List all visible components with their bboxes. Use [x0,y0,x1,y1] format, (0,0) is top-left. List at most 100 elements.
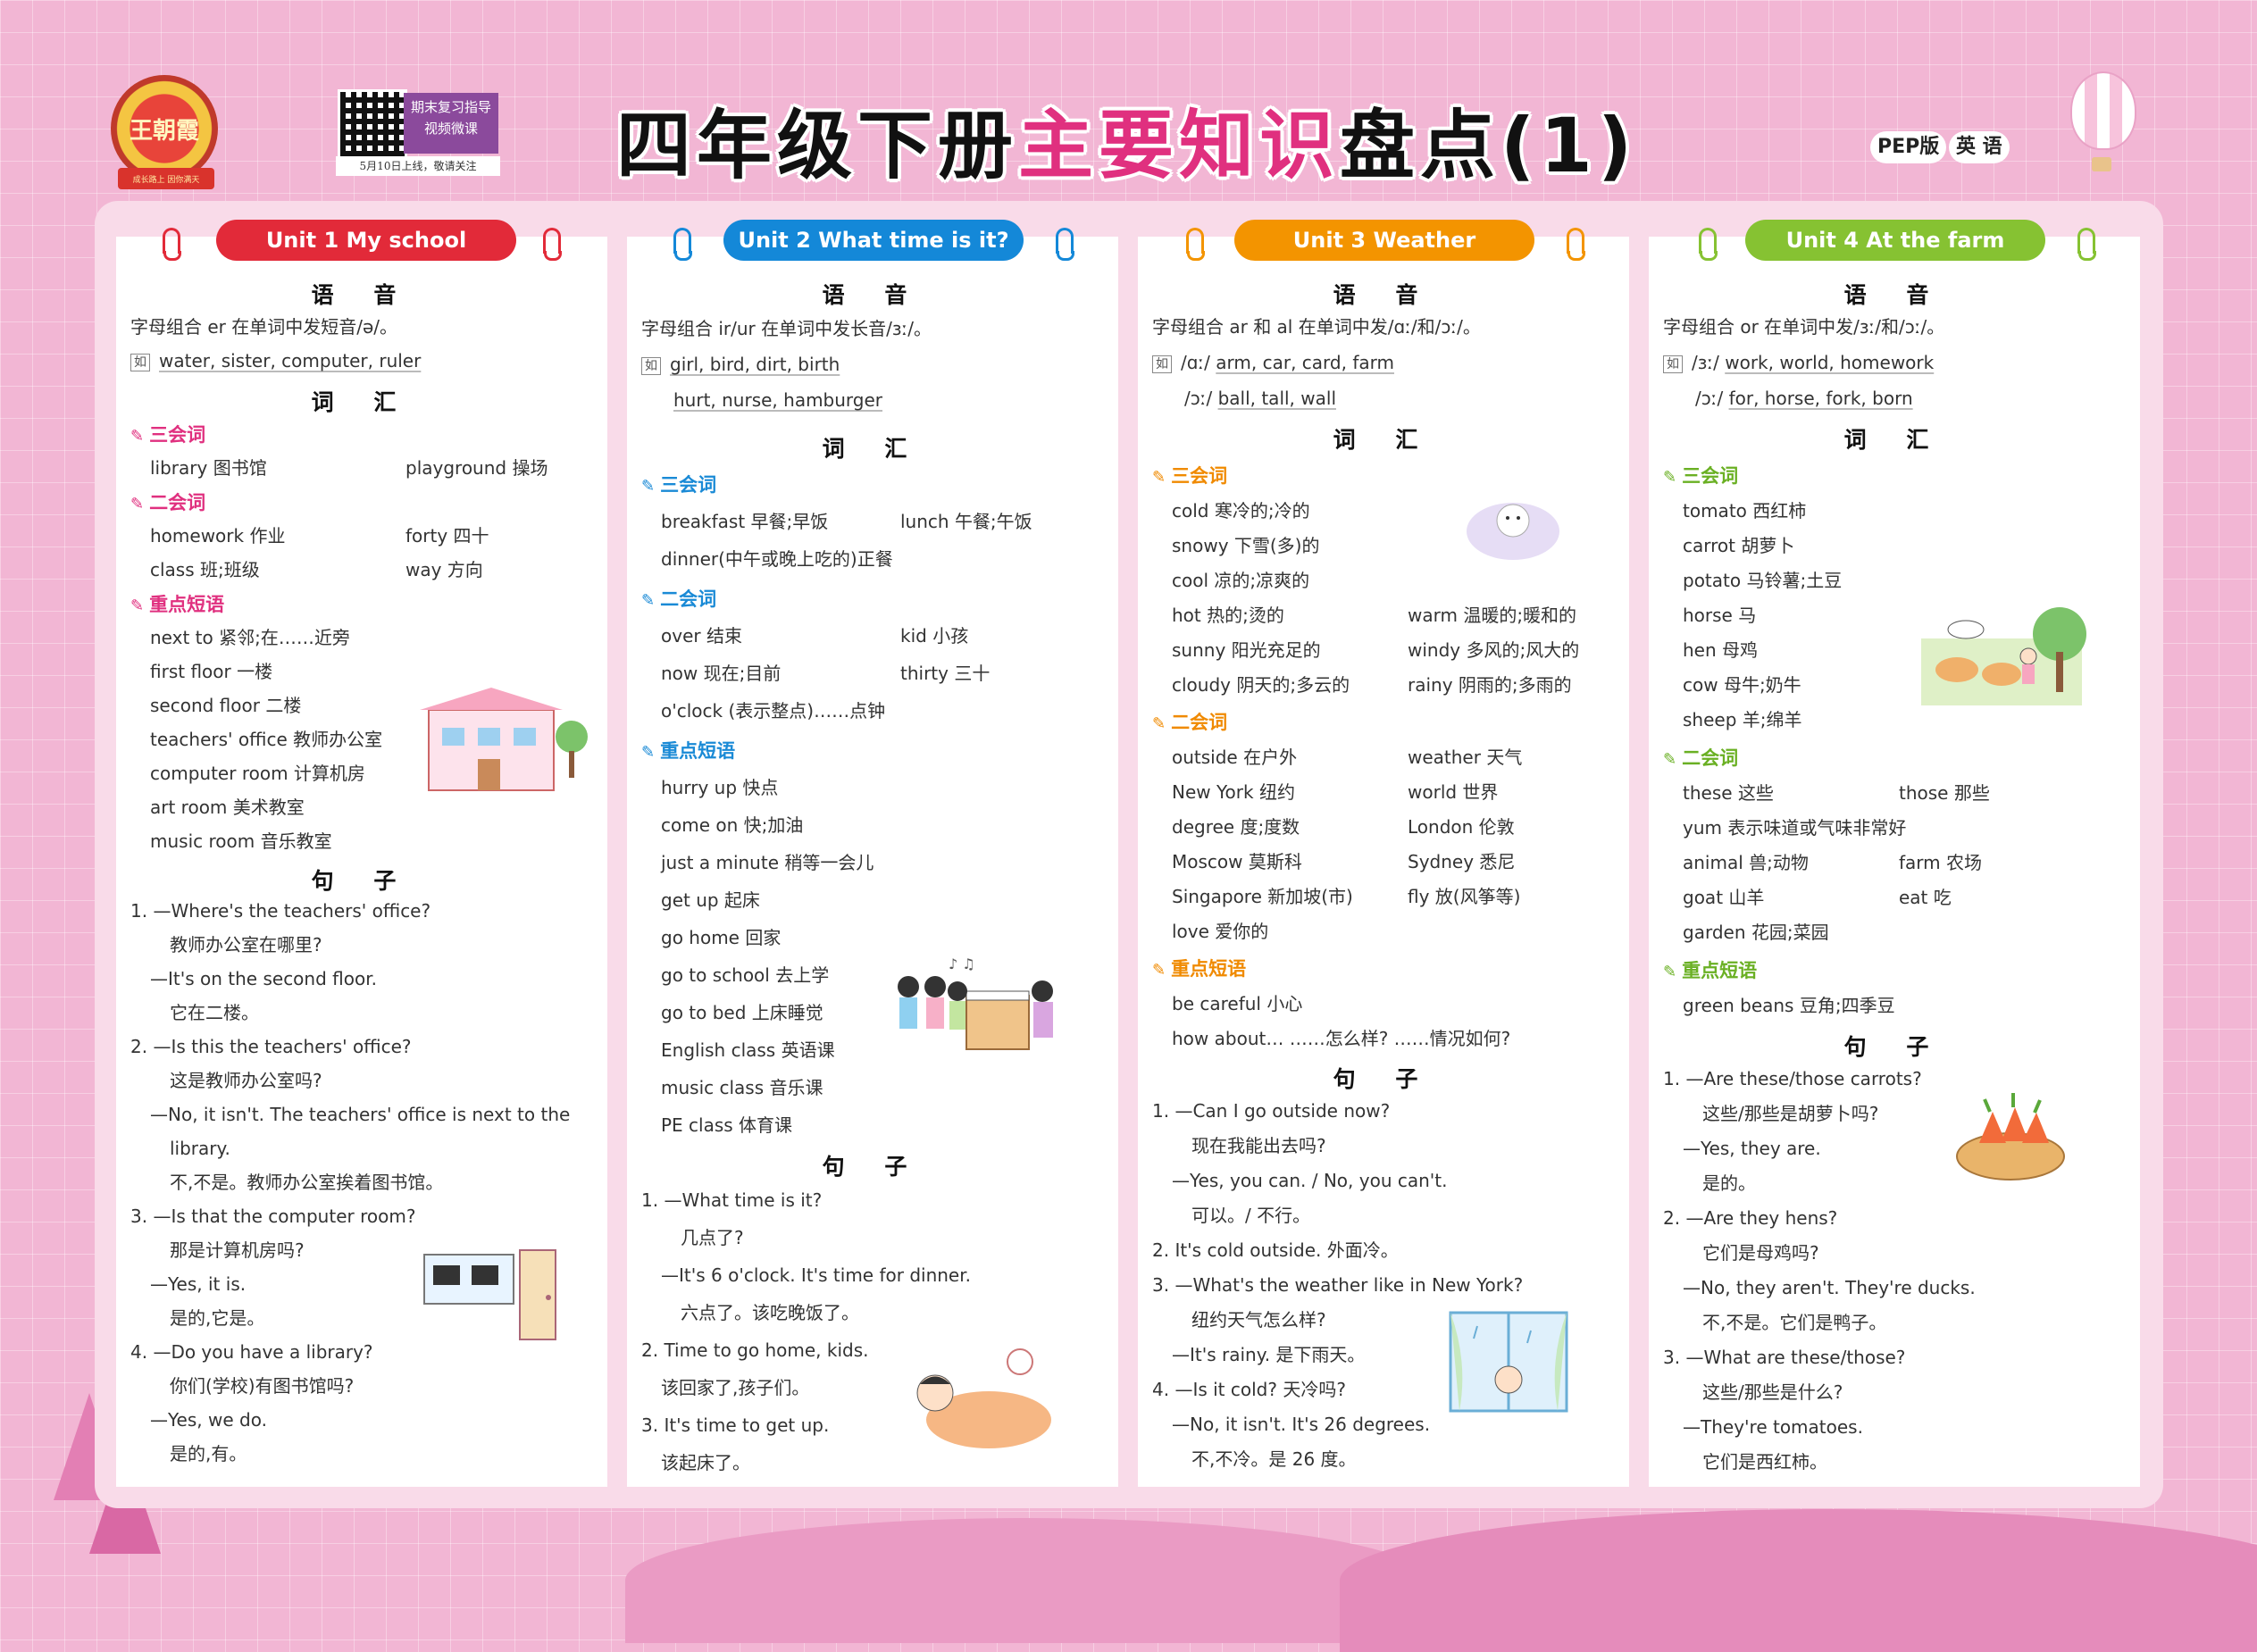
vocab-item: farm 农场 [1899,852,1983,873]
brand-logo: 王朝霞 [111,75,218,182]
vocab-item: library 图书馆 [150,457,267,479]
cat-label: 三会词 [1171,465,1228,487]
sentence: 2. —Are they hens? [1663,1207,1838,1229]
title-highlight: 主要知识 [1018,102,1341,189]
unit1-vocab-heading: 词 汇 [311,389,413,415]
sentence: 1. —What time is it? [641,1189,823,1211]
unit3-vocab-heading: 词 汇 [1333,427,1434,453]
binder-ring [2077,228,2096,261]
sentence-translation: 它们是西红柿。 [1702,1451,1827,1473]
logo-text: 王朝霞 [129,117,199,145]
title-pre: 四年级下册 [616,102,1019,189]
ipa: /ɔː/ [1184,388,1213,409]
cat-label: 重点短语 [1682,960,1758,981]
example-words: ball, tall, wall [1217,388,1336,409]
vocab-item: fly 放(风筝等) [1408,886,1521,907]
phrase-item: just a minute 稍等一会儿 [661,852,874,873]
vocab-item: rainy 阴雨的;多雨的 [1408,674,1572,696]
sentence-translation: 这些/那些是胡萝卜吗? [1702,1103,1879,1124]
sentence: 2. Time to go home, kids. [641,1339,869,1361]
cat-label: 重点短语 [1171,958,1247,980]
unit2-phonics-heading: 语 音 [822,282,924,308]
phrase-item: teachers' office 教师办公室 [150,729,383,750]
sentence-translation: 那是计算机房吗? [170,1239,305,1261]
sentence-translation: 是的,它是。 [170,1307,265,1329]
title-post: 盘点(1) [1340,102,1638,189]
sentence-translation: 这是教师办公室吗? [170,1070,322,1091]
unit4-vocab-heading: 词 汇 [1843,427,1945,453]
unit4-phonics-examples-2: /ɔː/ for, horse, fork, born [1695,387,1913,410]
sentence-translation: 不,不冷。是 26 度。 [1191,1448,1357,1470]
example-words: hurt, nurse, hamburger [673,389,883,411]
vocab-item: those 那些 [1899,782,1990,804]
page-title: 四年级下册主要知识盘点(1) [616,86,1652,189]
unit1-phonics-rule: 字母组合 er 在单词中发短音/ə/。 [130,316,398,338]
unit1-panel: 语 音 字母组合 er 在单词中发短音/ə/。 如 water, sister, … [116,237,607,1487]
unit3-phonics-examples: 如/ɑː/ arm, car, card, farm [1152,351,1394,374]
balloon-illustration [2070,71,2136,150]
pencil-icon: ✎ [641,591,656,610]
vocab-item: windy 多风的;风大的 [1408,639,1580,661]
ipa: /ɔː/ [1695,388,1724,409]
binder-ring [543,228,562,261]
snowman-cloud-illustration [1467,503,1559,560]
unit4-panel: 语 音 字母组合 or 在单词中发/ɜː/和/ɔː/。 如/ɜː/ work, … [1649,237,2140,1487]
unit2-cat-erhui: ✎ 二会词 [641,585,716,612]
sentence-translation: 纽约天气怎么样? [1191,1309,1326,1331]
unit3-cat-erhui: ✎ 二会词 [1152,708,1227,735]
unit2-phonics-examples-2: hurt, nurse, hamburger [673,388,882,412]
vocab-item: way 方向 [405,559,483,580]
sentence: —No, they aren't. They're ducks. [1683,1277,1976,1298]
cat-label: 二会词 [1682,747,1739,769]
unit3-panel: 语 音 字母组合 ar 和 al 在单词中发/ɑː/和/ɔː/。 如/ɑː/ a… [1138,237,1629,1487]
unit4-cat-phrases: ✎ 重点短语 [1663,956,1757,983]
ipa: /ɜː/ [1692,352,1719,373]
unit4-title: Unit 4 At the farm [1745,220,2045,261]
sentence: —No, it isn't. It's 26 degrees. [1172,1414,1431,1435]
phrase-item: get up 起床 [661,889,760,911]
sentence-translation: 它在二楼。 [170,1002,259,1023]
balloon-basket [2092,157,2111,171]
vocab-item: now 现在;目前 [661,663,782,684]
vocab-item: animal 兽;动物 [1683,852,1809,873]
unit1-sent-heading: 句 子 [311,868,413,894]
sentence-translation: 六点了。该吃晚饭了。 [681,1302,859,1323]
vocab-item: weather 天气 [1408,747,1523,768]
sentence: 2. It's cold outside. 外面冷。 [1152,1239,1399,1261]
farm-illustration [1921,607,2086,705]
vocab-item: goat 山羊 [1683,887,1765,908]
vocab-item: dinner(中午或晚上吃的)正餐 [661,548,893,570]
unit4-phonics-heading: 语 音 [1843,282,1945,308]
vocab-item: yum 表示味道或气味非常好 [1683,817,1907,839]
unit2-panel: 语 音 字母组合 ir/ur 在单词中发长音/ɜː/。 如 girl, bird,… [627,237,1118,1487]
unit4-sent-heading: 句 子 [1843,1034,1945,1060]
sentence-translation: 不,不是。它们是鸭子。 [1702,1312,1887,1333]
vocab-item: cow 母牛;奶牛 [1683,674,1801,696]
vocab-item: warm 温暖的;暖和的 [1408,605,1577,626]
vocab-item: Sydney 悉尼 [1408,851,1516,872]
pencil-icon: ✎ [641,477,656,496]
example-label: 如 [641,356,661,375]
phrase-item: next to 紧邻;在……近旁 [150,627,350,648]
unit2-cat-sanhui: ✎ 三会词 [641,471,716,497]
phrase-item: second floor 二楼 [150,695,302,716]
unit1-cat-phrases: ✎ 重点短语 [130,590,224,617]
qr-caption: 5月10日上线，敬请关注 [336,156,500,176]
phrase-item: English class 英语课 [661,1039,835,1061]
vocab-item: garden 花园;菜园 [1683,922,1829,943]
vocab-item: hot 热的;烫的 [1172,605,1284,626]
qr-label-box: 期末复习指导 视频微课 [404,93,498,154]
vocab-item: love 爱你的 [1172,921,1269,942]
qr-label-line2: 视频微课 [423,121,478,137]
pencil-icon: ✎ [1663,963,1677,981]
phrase-item: first floor 一楼 [150,661,273,682]
pencil-icon: ✎ [1152,468,1166,487]
sentence-translation: 该起床了。 [661,1452,750,1473]
cat-label: 重点短语 [660,740,736,762]
vocab-item: sunny 阳光充足的 [1172,639,1321,661]
unit4-cat-sanhui: ✎ 三会词 [1663,462,1738,488]
unit2-vocab-heading: 词 汇 [822,436,924,462]
vocab-item: potato 马铃薯;土豆 [1683,570,1843,591]
sentence: 2. —Is this the teachers' office? [130,1036,412,1057]
vocab-item: forty 四十 [405,525,489,546]
